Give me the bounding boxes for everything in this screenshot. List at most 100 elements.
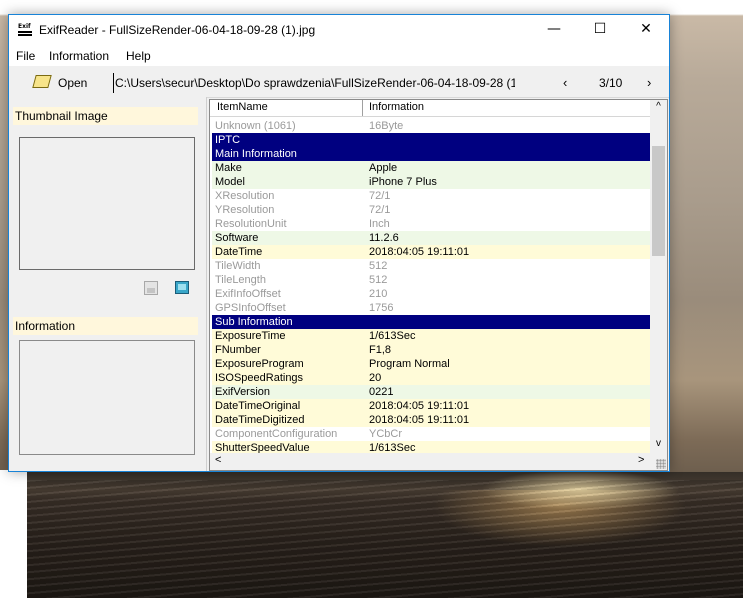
table-row[interactable]: ExposureProgram Program Normal: [212, 357, 650, 371]
window-title: ExifReader - FullSizeRender-06-04-18-09-…: [39, 23, 316, 37]
table-row[interactable]: YResolution 72/1: [212, 203, 650, 217]
table-row[interactable]: TileWidth 512: [212, 259, 650, 273]
table-row[interactable]: Model iPhone 7 Plus: [212, 175, 650, 189]
file-path-field[interactable]: C:\Users\secur\Desktop\Do sprawdzenia\Fu…: [113, 73, 515, 93]
vertical-scrollbar[interactable]: ^ v: [650, 100, 667, 453]
scroll-right-icon[interactable]: >: [638, 454, 644, 466]
table-row[interactable]: DateTimeOriginal 2018:04:05 19:11:01: [212, 399, 650, 413]
open-button[interactable]: Open: [31, 73, 95, 93]
table-row[interactable]: GPSInfoOffset 1756: [212, 301, 650, 315]
item-value-cell: 210: [369, 288, 388, 300]
minimize-button[interactable]: —: [531, 15, 577, 46]
information-box: [19, 340, 195, 455]
item-value-cell: 2018:04:05 19:11:01: [369, 246, 470, 258]
thumbnail-label: Thumbnail Image: [13, 107, 198, 125]
item-name-cell: Software: [215, 232, 259, 244]
wallpaper-water: [27, 480, 743, 598]
next-image-button[interactable]: ›: [647, 75, 651, 90]
item-name-cell: ExposureProgram: [215, 358, 304, 370]
save-thumbnail-icon[interactable]: [144, 281, 158, 295]
menu-file[interactable]: File: [16, 49, 35, 63]
exifreader-window: Exif ExifReader - FullSizeRender-06-04-1…: [8, 14, 670, 472]
exif-list-view[interactable]: ItemName Information Unknown (1061) 16Byt…: [209, 99, 668, 471]
table-row[interactable]: ComponentConfiguration YCbCr: [212, 427, 650, 441]
item-value-cell: 11.2.6: [369, 232, 399, 244]
item-name-cell: Model: [215, 176, 245, 188]
maximize-button[interactable]: ☐: [577, 15, 623, 46]
item-value-cell: 2018:04:05 19:11:01: [369, 414, 470, 426]
item-value-cell: 20: [369, 372, 382, 384]
item-value-cell: YCbCr: [369, 428, 403, 440]
table-row[interactable]: ExifVersion 0221: [212, 385, 650, 399]
left-panel: Thumbnail Image Information: [9, 97, 207, 471]
desktop-blank-area: [0, 470, 27, 598]
item-name-cell: IPTC: [215, 134, 241, 146]
table-row[interactable]: Software 11.2.6: [212, 231, 650, 245]
view-image-icon[interactable]: [175, 281, 189, 294]
section-header-row[interactable]: Sub Information: [212, 315, 650, 329]
column-divider[interactable]: [362, 100, 363, 116]
item-name-cell: ResolutionUnit: [215, 218, 287, 230]
menu-help[interactable]: Help: [126, 49, 151, 63]
scroll-thumb[interactable]: [652, 146, 665, 256]
item-value-cell: iPhone 7 Plus: [369, 176, 437, 188]
section-header-row[interactable]: Main Information: [212, 147, 650, 161]
scroll-left-icon[interactable]: <: [215, 454, 221, 466]
item-name-cell: DateTimeOriginal: [215, 400, 301, 412]
item-name-cell: DateTime: [215, 246, 263, 258]
item-name-cell: ExifInfoOffset: [215, 288, 281, 300]
app-icon[interactable]: Exif: [18, 23, 34, 37]
information-label: Information: [13, 317, 198, 335]
table-row[interactable]: ExposureTime 1/613Sec: [212, 329, 650, 343]
item-value-cell: 1/613Sec: [369, 330, 416, 342]
column-header-information[interactable]: Information: [369, 101, 424, 113]
item-value-cell: 2018:04:05 19:11:01: [369, 400, 470, 412]
item-value-cell: 1756: [369, 302, 394, 314]
item-name-cell: TileWidth: [215, 260, 261, 272]
item-name-cell: ISOSpeedRatings: [215, 372, 304, 384]
table-row[interactable]: Make Apple: [212, 161, 650, 175]
item-value-cell: 16Byte: [369, 120, 404, 132]
item-name-cell: ExifVersion: [215, 386, 271, 398]
horizontal-scrollbar[interactable]: < >: [210, 453, 667, 470]
table-row[interactable]: TileLength 512: [212, 273, 650, 287]
item-value-cell: 512: [369, 274, 388, 286]
item-value-cell: Apple: [369, 162, 398, 174]
table-row[interactable]: Unknown (1061) 16Byte: [212, 119, 650, 133]
item-name-cell: FNumber: [215, 344, 261, 356]
item-name-cell: TileLength: [215, 274, 266, 286]
open-button-label: Open: [58, 76, 88, 90]
item-value-cell: Inch: [369, 218, 390, 230]
item-name-cell: Make: [215, 162, 242, 174]
item-value-cell: 512: [369, 260, 388, 272]
section-header-row[interactable]: IPTC: [212, 133, 650, 147]
item-value-cell: F1,8: [369, 344, 392, 356]
scroll-down-icon[interactable]: v: [650, 438, 667, 449]
table-row[interactable]: XResolution 72/1: [212, 189, 650, 203]
table-row[interactable]: DateTime 2018:04:05 19:11:01: [212, 245, 650, 259]
item-value-cell: 72/1: [369, 204, 391, 216]
item-name-cell: YResolution: [215, 204, 275, 216]
close-button[interactable]: ✕: [623, 15, 669, 46]
table-row[interactable]: FNumber F1,8: [212, 343, 650, 357]
table-row[interactable]: DateTimeDigitized 2018:04:05 19:11:01: [212, 413, 650, 427]
title-bar[interactable]: Exif ExifReader - FullSizeRender-06-04-1…: [9, 15, 669, 46]
toolbar: Open C:\Users\secur\Desktop\Do sprawdzen…: [9, 69, 669, 98]
open-folder-icon: [32, 75, 52, 88]
previous-image-button[interactable]: ‹: [563, 75, 567, 90]
thumbnail-preview: [19, 137, 195, 270]
item-name-cell: ComponentConfiguration: [215, 428, 338, 440]
menu-information[interactable]: Information: [49, 49, 109, 63]
item-name-cell: Sub Information: [215, 316, 293, 328]
list-header: ItemName Information: [210, 100, 650, 117]
column-header-itemname[interactable]: ItemName: [217, 101, 268, 113]
resize-grip-icon[interactable]: [656, 459, 666, 469]
table-row[interactable]: ResolutionUnit Inch: [212, 217, 650, 231]
table-row[interactable]: ISOSpeedRatings 20: [212, 371, 650, 385]
item-name-cell: GPSInfoOffset: [215, 302, 286, 314]
item-name-cell: XResolution: [215, 190, 275, 202]
scroll-up-icon[interactable]: ^: [650, 101, 667, 112]
table-row[interactable]: ExifInfoOffset 210: [212, 287, 650, 301]
item-value-cell: 72/1: [369, 190, 391, 202]
item-name-cell: Main Information: [215, 148, 297, 160]
